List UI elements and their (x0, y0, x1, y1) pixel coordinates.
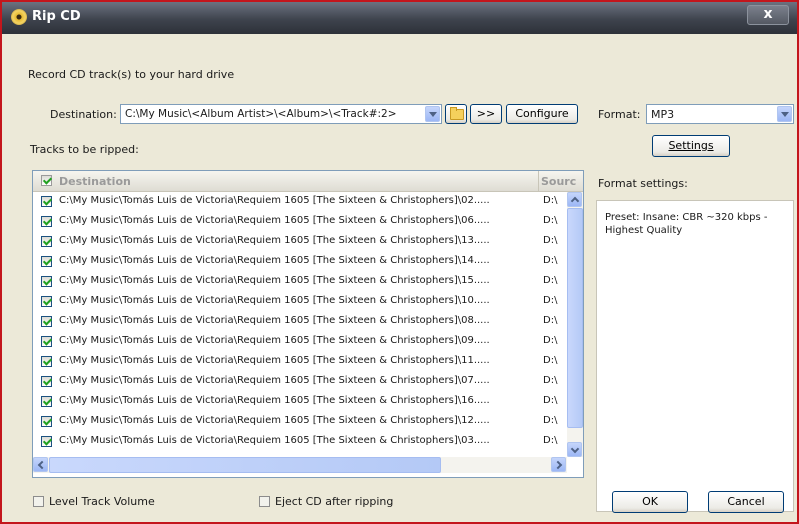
more-button[interactable]: >> (470, 104, 502, 124)
table-row[interactable]: C:\My Music\Tomás Luis de Victoria\Requi… (33, 392, 567, 412)
table-row[interactable]: C:\My Music\Tomás Luis de Victoria\Requi… (33, 432, 567, 452)
window-title: Rip CD (32, 9, 81, 24)
track-source: D:\ (543, 395, 558, 406)
format-label: Format: (598, 108, 641, 121)
track-checkbox[interactable] (41, 276, 52, 287)
track-checkbox[interactable] (41, 336, 52, 347)
instruction-text: Record CD track(s) to your hard drive (28, 68, 235, 81)
vertical-scroll-thumb[interactable] (567, 208, 583, 428)
track-source: D:\ (543, 295, 558, 306)
cancel-button[interactable]: Cancel (708, 491, 784, 513)
track-source: D:\ (543, 235, 558, 246)
track-destination: C:\My Music\Tomás Luis de Victoria\Requi… (59, 435, 490, 446)
ok-button[interactable]: OK (612, 491, 688, 513)
track-checkbox[interactable] (41, 416, 52, 427)
format-select[interactable]: MP3 (646, 104, 794, 124)
close-button[interactable]: x (747, 5, 789, 25)
format-value: MP3 (651, 108, 675, 121)
destination-label: Destination: (50, 108, 117, 121)
column-header-destination[interactable]: Destination (33, 171, 539, 191)
browse-folder-button[interactable] (445, 104, 467, 124)
track-destination: C:\My Music\Tomás Luis de Victoria\Requi… (59, 375, 490, 386)
horizontal-scroll-thumb[interactable] (49, 457, 441, 473)
track-source: D:\ (543, 375, 558, 386)
table-row[interactable]: C:\My Music\Tomás Luis de Victoria\Requi… (33, 332, 567, 352)
track-checkbox[interactable] (41, 356, 52, 367)
track-destination: C:\My Music\Tomás Luis de Victoria\Requi… (59, 195, 490, 206)
track-destination: C:\My Music\Tomás Luis de Victoria\Requi… (59, 355, 490, 366)
track-source: D:\ (543, 255, 558, 266)
folder-icon (450, 107, 464, 120)
dialog-body: Record CD track(s) to your hard drive De… (2, 34, 797, 522)
track-checkbox[interactable] (41, 196, 52, 207)
track-checkbox[interactable] (41, 436, 52, 447)
table-row[interactable]: C:\My Music\Tomás Luis de Victoria\Requi… (33, 212, 567, 232)
track-destination: C:\My Music\Tomás Luis de Victoria\Requi… (59, 335, 490, 346)
track-source: D:\ (543, 315, 558, 326)
track-checkbox[interactable] (41, 316, 52, 327)
tracks-heading: Tracks to be ripped: (30, 143, 139, 156)
track-checkbox[interactable] (41, 396, 52, 407)
destination-combo[interactable]: C:\My Music\<Album Artist>\<Album>\<Trac… (120, 104, 442, 124)
preset-text: Preset: Insane: CBR ~320 kbps - Highest … (605, 212, 768, 236)
track-checkbox[interactable] (41, 216, 52, 227)
track-destination: C:\My Music\Tomás Luis de Victoria\Requi… (59, 235, 490, 246)
chevron-down-icon[interactable] (425, 106, 440, 122)
track-destination: C:\My Music\Tomás Luis de Victoria\Requi… (59, 415, 490, 426)
scroll-down-icon[interactable] (567, 442, 582, 457)
table-row[interactable]: C:\My Music\Tomás Luis de Victoria\Requi… (33, 372, 567, 392)
table-row[interactable]: C:\My Music\Tomás Luis de Victoria\Requi… (33, 272, 567, 292)
horizontal-scrollbar[interactable] (33, 457, 567, 473)
track-destination: C:\My Music\Tomás Luis de Victoria\Requi… (59, 275, 490, 286)
format-settings-heading: Format settings: (598, 177, 688, 190)
table-row[interactable]: C:\My Music\Tomás Luis de Victoria\Requi… (33, 412, 567, 432)
configure-button[interactable]: Configure (506, 104, 578, 124)
track-source: D:\ (543, 335, 558, 346)
tracks-list[interactable]: Destination Sourc C:\My Music\Tomás Luis… (32, 170, 584, 478)
scroll-right-icon[interactable] (551, 457, 566, 472)
scroll-left-icon[interactable] (33, 457, 48, 472)
track-destination: C:\My Music\Tomás Luis de Victoria\Requi… (59, 395, 490, 406)
track-source: D:\ (543, 215, 558, 226)
track-destination: C:\My Music\Tomás Luis de Victoria\Requi… (59, 295, 490, 306)
track-destination: C:\My Music\Tomás Luis de Victoria\Requi… (59, 255, 490, 266)
table-row[interactable]: C:\My Music\Tomás Luis de Victoria\Requi… (33, 252, 567, 272)
eject-cd-checkbox[interactable] (259, 496, 270, 507)
track-checkbox[interactable] (41, 236, 52, 247)
format-settings-button[interactable]: Settings (652, 135, 730, 157)
column-destination-label: Destination (59, 175, 131, 188)
eject-cd-label: Eject CD after ripping (275, 495, 394, 508)
chevron-down-icon[interactable] (777, 106, 792, 122)
track-checkbox[interactable] (41, 376, 52, 387)
track-destination: C:\My Music\Tomás Luis de Victoria\Requi… (59, 315, 490, 326)
cd-icon (11, 9, 27, 25)
list-header: Destination Sourc (33, 171, 583, 192)
column-source-label: Sourc (541, 175, 577, 188)
track-checkbox[interactable] (41, 296, 52, 307)
column-header-source[interactable]: Sourc (539, 171, 583, 191)
track-source: D:\ (543, 435, 558, 446)
rip-cd-window: Rip CD x Record CD track(s) to your hard… (0, 0, 799, 524)
table-row[interactable]: C:\My Music\Tomás Luis de Victoria\Requi… (33, 192, 567, 212)
track-source: D:\ (543, 355, 558, 366)
select-all-checkbox[interactable] (41, 175, 52, 186)
format-settings-panel: Preset: Insane: CBR ~320 kbps - Highest … (596, 200, 794, 512)
table-row[interactable]: C:\My Music\Tomás Luis de Victoria\Requi… (33, 352, 567, 372)
track-source: D:\ (543, 275, 558, 286)
vertical-scrollbar[interactable] (567, 192, 583, 457)
level-volume-label: Level Track Volume (49, 495, 155, 508)
table-row[interactable]: C:\My Music\Tomás Luis de Victoria\Requi… (33, 292, 567, 312)
track-checkbox[interactable] (41, 256, 52, 267)
title-bar[interactable]: Rip CD x (2, 2, 797, 34)
table-row[interactable]: C:\My Music\Tomás Luis de Victoria\Requi… (33, 312, 567, 332)
scroll-up-icon[interactable] (567, 192, 582, 207)
track-source: D:\ (543, 415, 558, 426)
level-volume-checkbox[interactable] (33, 496, 44, 507)
table-row[interactable]: C:\My Music\Tomás Luis de Victoria\Requi… (33, 232, 567, 252)
track-destination: C:\My Music\Tomás Luis de Victoria\Requi… (59, 215, 490, 226)
destination-value: C:\My Music\<Album Artist>\<Album>\<Trac… (125, 108, 397, 120)
track-source: D:\ (543, 195, 558, 206)
